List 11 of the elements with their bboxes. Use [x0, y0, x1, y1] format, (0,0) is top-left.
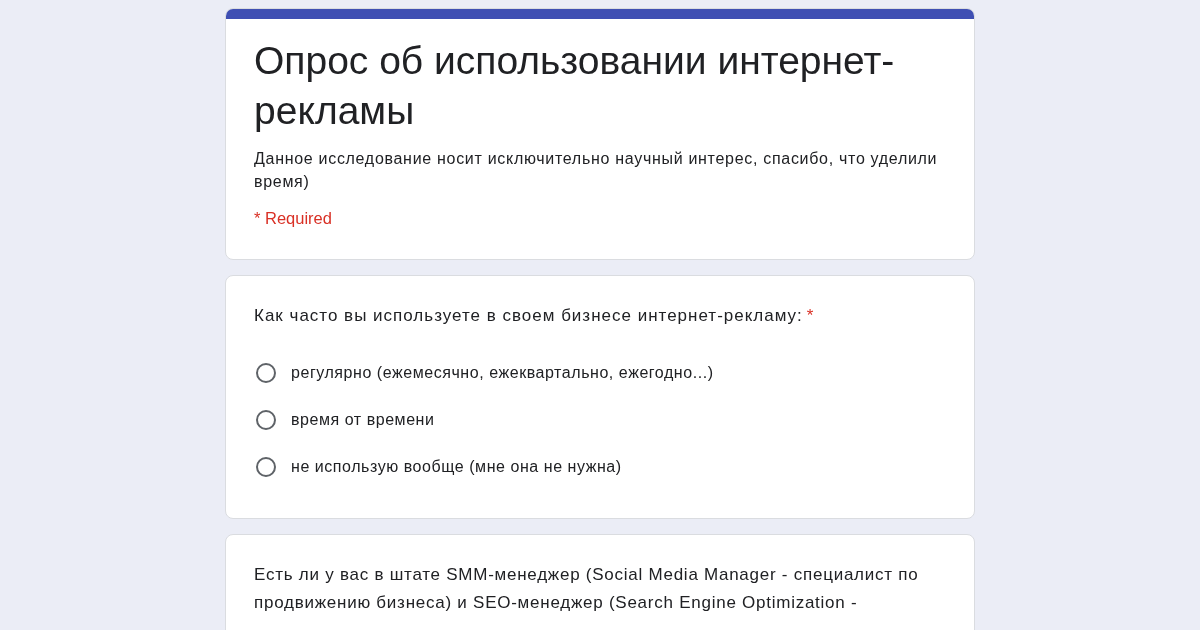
option-label: время от времени	[291, 409, 435, 430]
question-text: Есть ли у вас в штате SMM-менеджер (Social Media Manager - специалист по продвижению бизнеса) и SEO-менеджер (Search Engine Optimization -	[254, 564, 920, 614]
question-text: Как часто вы используете в своем бизнесе интернет-рекламу: *	[254, 305, 816, 327]
form-description: Данное исследование носит исключительно научный интерес, спасибо, что уделили время)	[254, 149, 939, 192]
option-label: регулярно (ежемесячно, ежеквартально, ежегодно...)	[291, 362, 714, 383]
form-title: Опрос об использовании интернет-рекламы	[254, 38, 896, 134]
required-note: * Required	[254, 208, 332, 228]
option-label: не использую вообще (мне она не нужна)	[291, 456, 622, 477]
radio-button[interactable]	[256, 409, 276, 430]
radio-button[interactable]	[256, 456, 276, 477]
radio-button[interactable]	[256, 362, 276, 383]
